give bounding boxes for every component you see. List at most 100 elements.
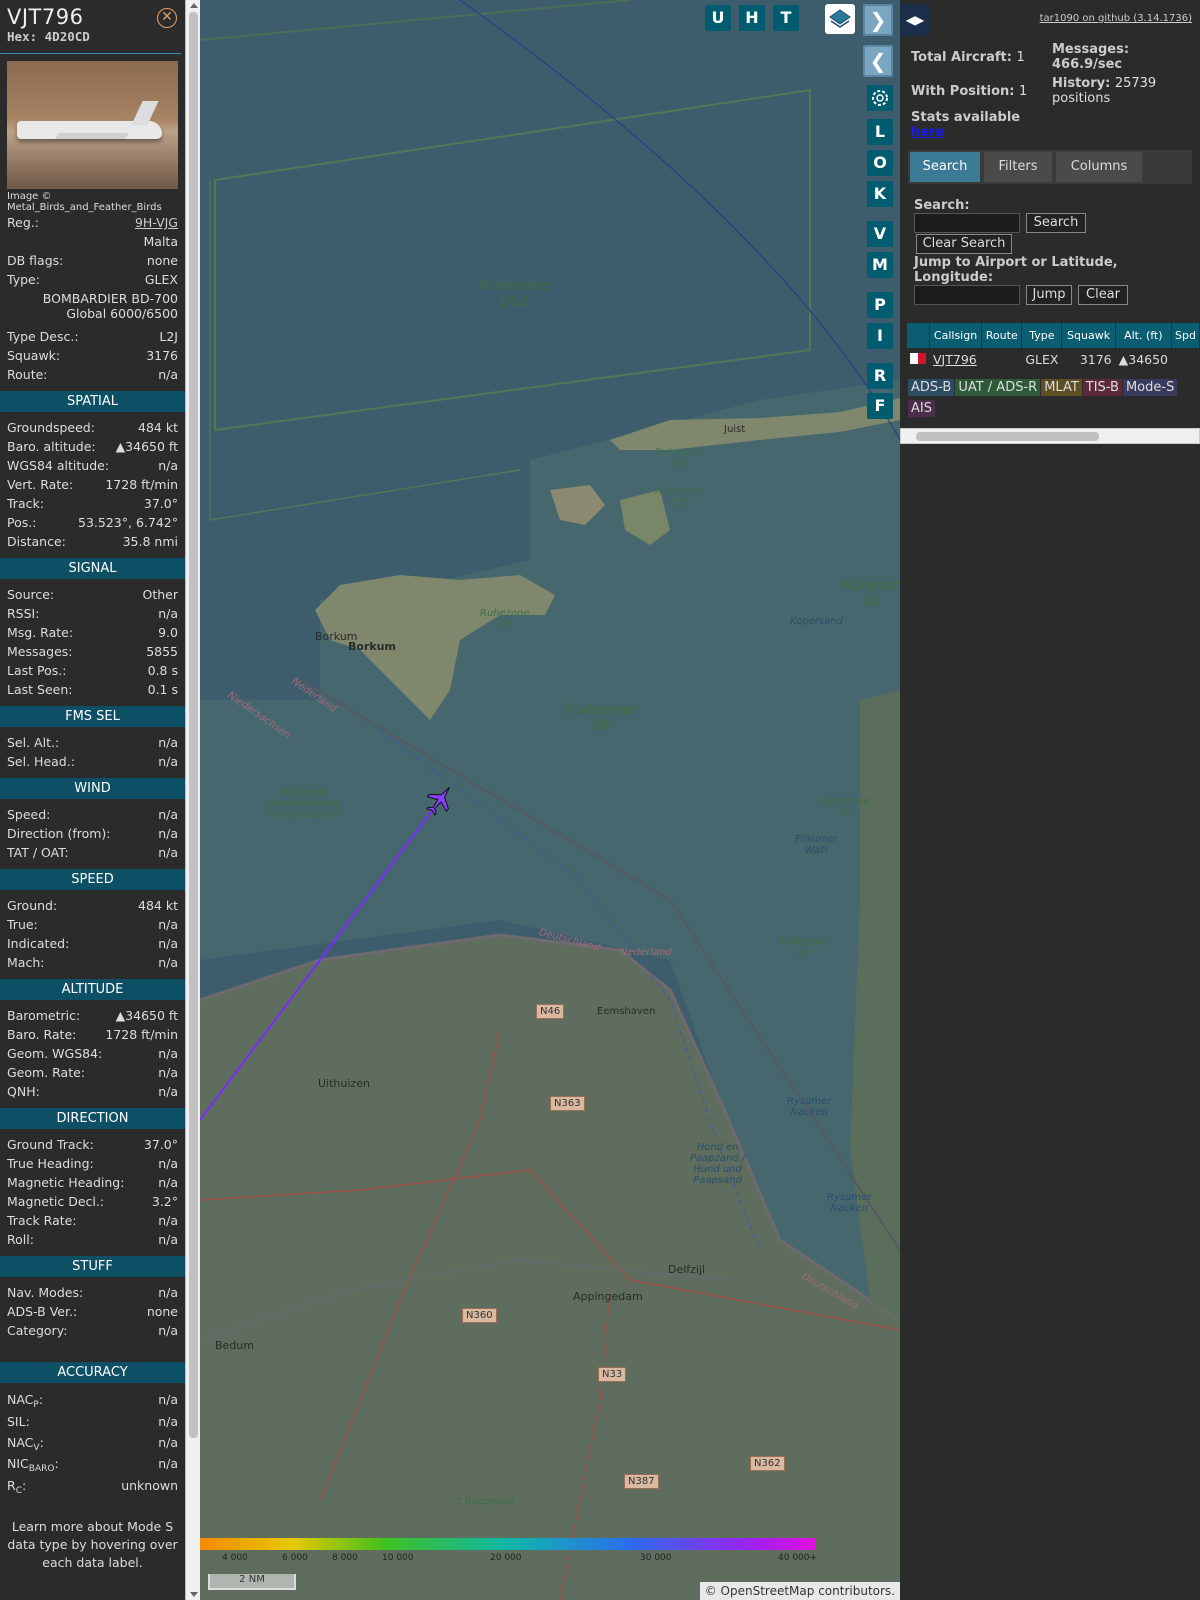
altitude-label-barometric[interactable]: Barometric:: [7, 1006, 80, 1025]
source-ais[interactable]: AIS: [908, 400, 935, 417]
reg-row: Reg.: 9H-VJG: [0, 213, 185, 232]
map-button-v[interactable]: V: [867, 221, 893, 247]
map-button-u[interactable]: U: [705, 5, 731, 31]
direction-label-magnetic-decl[interactable]: Magnetic Decl.:: [7, 1192, 104, 1211]
direction-label-roll[interactable]: Roll:: [7, 1230, 34, 1249]
spatial-row-vert-rate: Vert. Rate: 1728 ft/min: [0, 475, 185, 494]
expand-panel-button[interactable]: ❯: [863, 4, 893, 36]
spatial-label-baro-altitude[interactable]: Baro. altitude:: [7, 437, 96, 456]
fms-label-sel-alt[interactable]: Sel. Alt.:: [7, 733, 59, 752]
jump-input[interactable]: [914, 285, 1020, 305]
signal-label-last-seen[interactable]: Last Seen:: [7, 680, 72, 699]
altitude-label-qnh[interactable]: QNH:: [7, 1082, 40, 1101]
signal-label-source[interactable]: Source:: [7, 585, 54, 604]
stuff-label-nav-modes[interactable]: Nav. Modes:: [7, 1283, 83, 1302]
column-header-callsign[interactable]: Callsign: [930, 323, 982, 348]
osm-link[interactable]: OpenStreetMap: [721, 1584, 815, 1598]
speed-label-indicated[interactable]: Indicated:: [7, 934, 69, 953]
source-uat-ads-r[interactable]: UAT / ADS-R: [955, 379, 1041, 396]
clear-search-button[interactable]: Clear Search: [916, 234, 1012, 254]
stats-link[interactable]: here: [911, 125, 944, 140]
signal-label-msg-rate[interactable]: Msg. Rate:: [7, 623, 73, 642]
signal-label-last-pos[interactable]: Last Pos.:: [7, 661, 66, 680]
wind-label-direction-from[interactable]: Direction (from):: [7, 824, 111, 843]
nicbaro-label: NIC: [7, 1456, 29, 1471]
altitude-label-geom-rate[interactable]: Geom. Rate:: [7, 1063, 85, 1082]
registration-link[interactable]: 9H-VJG: [135, 215, 178, 230]
tab-filters[interactable]: Filters: [984, 152, 1052, 182]
fms-label-sel-head[interactable]: Sel. Head.:: [7, 752, 75, 771]
direction-label-ground-track[interactable]: Ground Track:: [7, 1135, 94, 1154]
clear-button[interactable]: Clear: [1078, 285, 1128, 305]
speed-label-true[interactable]: True:: [7, 915, 38, 934]
map-view[interactable]: 4 000 6 000 8 000 10 000 20 000 30 000 40 000+…: [200, 0, 900, 1600]
column-header-spd[interactable]: Spd: [1172, 323, 1199, 348]
spatial-label-pos[interactable]: Pos.:: [7, 513, 36, 532]
source-tis-b[interactable]: TIS-B: [1082, 379, 1122, 396]
stuff-label-category[interactable]: Category:: [7, 1321, 67, 1340]
spatial-label-track[interactable]: Track:: [7, 494, 44, 513]
altitude-value-geom-wgs84: n/a: [158, 1046, 178, 1061]
wind-label-tat-oat[interactable]: TAT / OAT:: [7, 843, 69, 862]
table-row[interactable]: VJT796 GLEX 3176 ▲34650: [907, 349, 1199, 369]
altitude-label-geom-wgs84[interactable]: Geom. WGS84:: [7, 1044, 102, 1063]
spatial-label-distance[interactable]: Distance:: [7, 532, 66, 551]
jump-button[interactable]: Jump: [1026, 285, 1072, 305]
speed-label-ground[interactable]: Ground:: [7, 896, 57, 915]
direction-label-true-heading[interactable]: True Heading:: [7, 1154, 94, 1173]
column-header-blank[interactable]: [907, 323, 929, 348]
db-flags-row: DB flags: none: [0, 251, 185, 270]
altitude-label-baro-rate[interactable]: Baro. Rate:: [7, 1025, 76, 1044]
stuff-label-ads-b-ver[interactable]: ADS-B Ver.:: [7, 1302, 77, 1321]
map-button-o[interactable]: O: [867, 150, 893, 176]
spatial-label-wgs84-altitude[interactable]: WGS84 altitude:: [7, 456, 109, 475]
direction-label-track-rate[interactable]: Track Rate:: [7, 1211, 77, 1230]
signal-label-messages[interactable]: Messages:: [7, 642, 73, 661]
map-button-r[interactable]: R: [867, 363, 893, 389]
column-header-type[interactable]: Type: [1022, 323, 1062, 348]
search-input[interactable]: [914, 213, 1020, 233]
squawk-value: 3176: [146, 348, 178, 363]
label-delfzijl: Delfzijl: [668, 1263, 706, 1276]
github-link[interactable]: tar1090 on github (3.14.1736): [1040, 13, 1192, 24]
column-header-squawk[interactable]: Squawk: [1062, 323, 1115, 348]
collapse-panel-button[interactable]: ❮: [863, 45, 893, 77]
map-button-t[interactable]: T: [773, 5, 799, 31]
map-button-i[interactable]: I: [867, 323, 893, 349]
map-button-k[interactable]: K: [867, 181, 893, 207]
jump-label: Jump to Airport or Latitude, Longitude:: [914, 255, 1118, 285]
search-button[interactable]: Search: [1026, 213, 1086, 233]
map-button-l[interactable]: L: [867, 119, 893, 145]
tab-columns[interactable]: Columns: [1056, 152, 1142, 182]
layers-button[interactable]: [825, 4, 855, 34]
label-juist: Juist: [724, 424, 746, 435]
speed-row-true: True: n/a: [0, 915, 185, 934]
map-button-f[interactable]: F: [867, 393, 893, 419]
spatial-label-vert-rate[interactable]: Vert. Rate:: [7, 475, 73, 494]
column-header-route[interactable]: Route: [982, 323, 1022, 348]
spatial-label-groundspeed[interactable]: Groundspeed:: [7, 418, 95, 437]
section-header-accuracy: ACCURACY: [0, 1362, 185, 1383]
source-mode-s[interactable]: Mode-S: [1122, 379, 1178, 396]
source-mlat[interactable]: MLAT: [1041, 379, 1082, 396]
wind-label-speed[interactable]: Speed:: [7, 805, 50, 824]
signal-label-rssi[interactable]: RSSI:: [7, 604, 39, 623]
label-ruhezone-3-id: I/3: [838, 807, 852, 818]
source-ads-b[interactable]: ADS-B: [908, 379, 955, 396]
settings-button[interactable]: [867, 85, 893, 111]
tab-search[interactable]: Search: [910, 152, 980, 182]
table-horizontal-scrollbar[interactable]: [900, 428, 1200, 444]
info-panel-scrollbar[interactable]: [185, 0, 200, 1600]
map-button-p[interactable]: P: [867, 292, 893, 318]
close-icon[interactable]: ✕: [157, 8, 177, 28]
aircraft-photo[interactable]: [7, 61, 178, 189]
map-button-m[interactable]: M: [867, 252, 893, 278]
speed-label-mach[interactable]: Mach:: [7, 953, 44, 972]
direction-label-magnetic-heading[interactable]: Magnetic Heading:: [7, 1173, 124, 1192]
label-rysumer-nacken-1: Nacken: [790, 1107, 828, 1118]
callsign-cell[interactable]: VJT796: [930, 349, 981, 369]
map-button-h[interactable]: H: [739, 5, 765, 31]
toggle-sidebar-button[interactable]: ◀▶: [900, 4, 930, 36]
signal-row-rssi: RSSI: n/a: [0, 604, 185, 623]
column-header-alt-ft[interactable]: Alt. (ft): [1115, 323, 1172, 348]
